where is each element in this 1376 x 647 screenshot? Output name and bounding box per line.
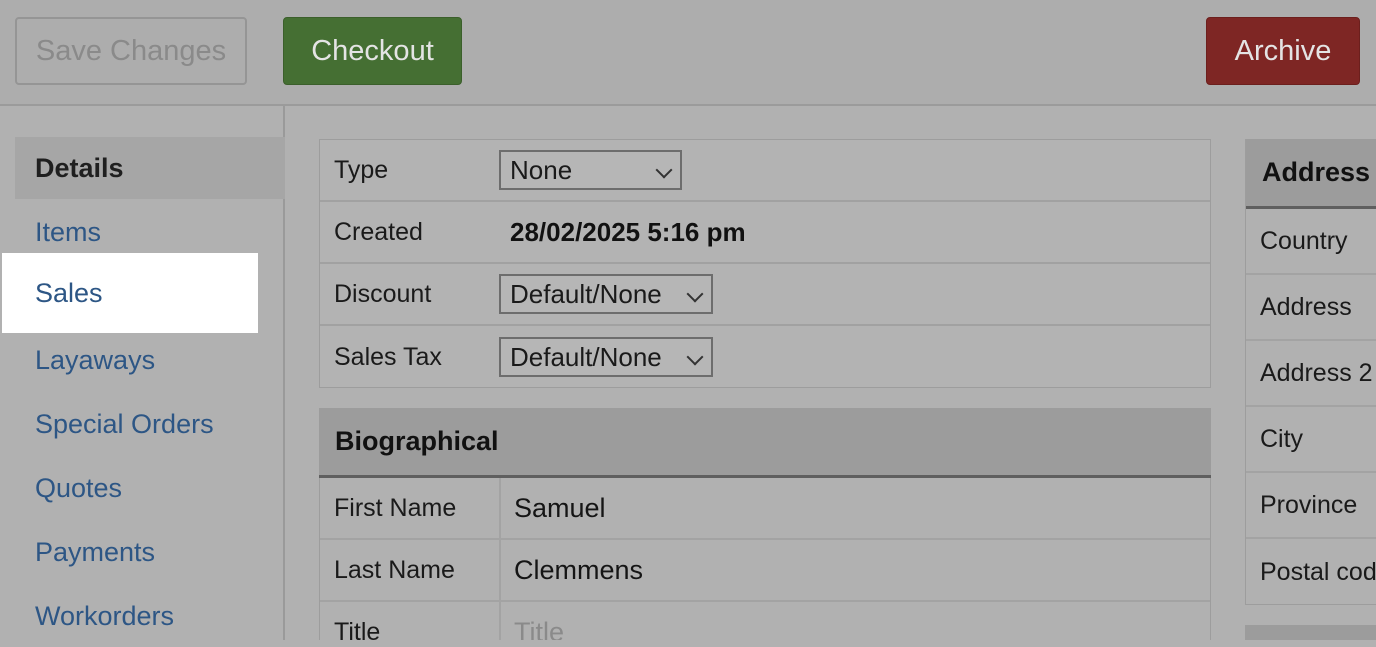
sales-tax-select[interactable]: Default/None [499,337,713,377]
chevron-down-icon [681,339,711,375]
address-line1-row[interactable]: Address [1246,275,1376,341]
created-value: 28/02/2025 5:16 pm [510,216,746,247]
first-name-label: First Name [334,494,457,522]
sidebar-item-layaways[interactable]: Layaways [15,329,285,391]
sales-tax-label: Sales Tax [334,342,442,371]
sales-tax-row: Sales Tax Default/None [320,326,1210,388]
address-line2-row[interactable]: Address 2 [1246,341,1376,407]
first-name-field[interactable]: Samuel [499,478,1210,538]
biographical-form: First Name Samuel Last Name Clemmens Tit… [319,478,1211,640]
discount-row: Discount Default/None [320,264,1210,326]
type-select[interactable]: None [499,150,682,190]
title-field[interactable]: Title [499,602,1210,640]
checkout-button[interactable]: Checkout [283,17,462,85]
chevron-down-icon [681,276,711,312]
discount-select[interactable]: Default/None [499,274,713,314]
sidebar-item-details[interactable]: Details [15,137,285,199]
address-panel: Address Country Address Address 2 City P… [1245,139,1376,605]
address-city-row[interactable]: City [1246,407,1376,473]
sidebar-item-workorders[interactable]: Workorders [15,585,285,647]
address-postal-code-row[interactable]: Postal code [1246,539,1376,604]
created-row: Created 28/02/2025 5:16 pm [320,202,1210,264]
sales-tax-select-value: Default/None [510,341,662,372]
first-name-row: First Name Samuel [320,478,1210,540]
discount-label: Discount [334,279,432,308]
archive-button[interactable]: Archive [1206,17,1360,85]
sidebar-item-sales[interactable]: Sales [2,253,258,333]
sidebar-item-payments[interactable]: Payments [15,521,285,583]
address-header: Address [1246,139,1376,209]
type-row: Type None [320,140,1210,202]
address-country-row[interactable]: Country [1246,209,1376,275]
details-form: Type None Created 28/02/2025 5:16 pm Dis… [319,139,1211,388]
address-province-row[interactable]: Province [1246,473,1376,539]
biographical-header: Biographical [319,408,1211,478]
sidebar-item-special-orders[interactable]: Special Orders [15,393,285,455]
last-name-row: Last Name Clemmens [320,540,1210,602]
toolbar: Save Changes Checkout Archive [0,0,1376,106]
last-name-label: Last Name [334,556,455,584]
discount-select-value: Default/None [510,278,662,309]
chevron-down-icon [650,152,680,188]
title-row: Title Title [320,602,1210,640]
type-label: Type [334,155,389,184]
save-changes-button[interactable]: Save Changes [15,17,247,85]
next-section-header [1245,625,1376,640]
last-name-field[interactable]: Clemmens [499,540,1210,600]
sidebar-nav: Details Items Sales Layaways Special Ord… [0,106,285,640]
type-select-value: None [510,154,573,185]
created-label: Created [334,217,423,246]
title-label: Title [334,618,381,640]
sidebar-item-quotes[interactable]: Quotes [15,457,285,519]
